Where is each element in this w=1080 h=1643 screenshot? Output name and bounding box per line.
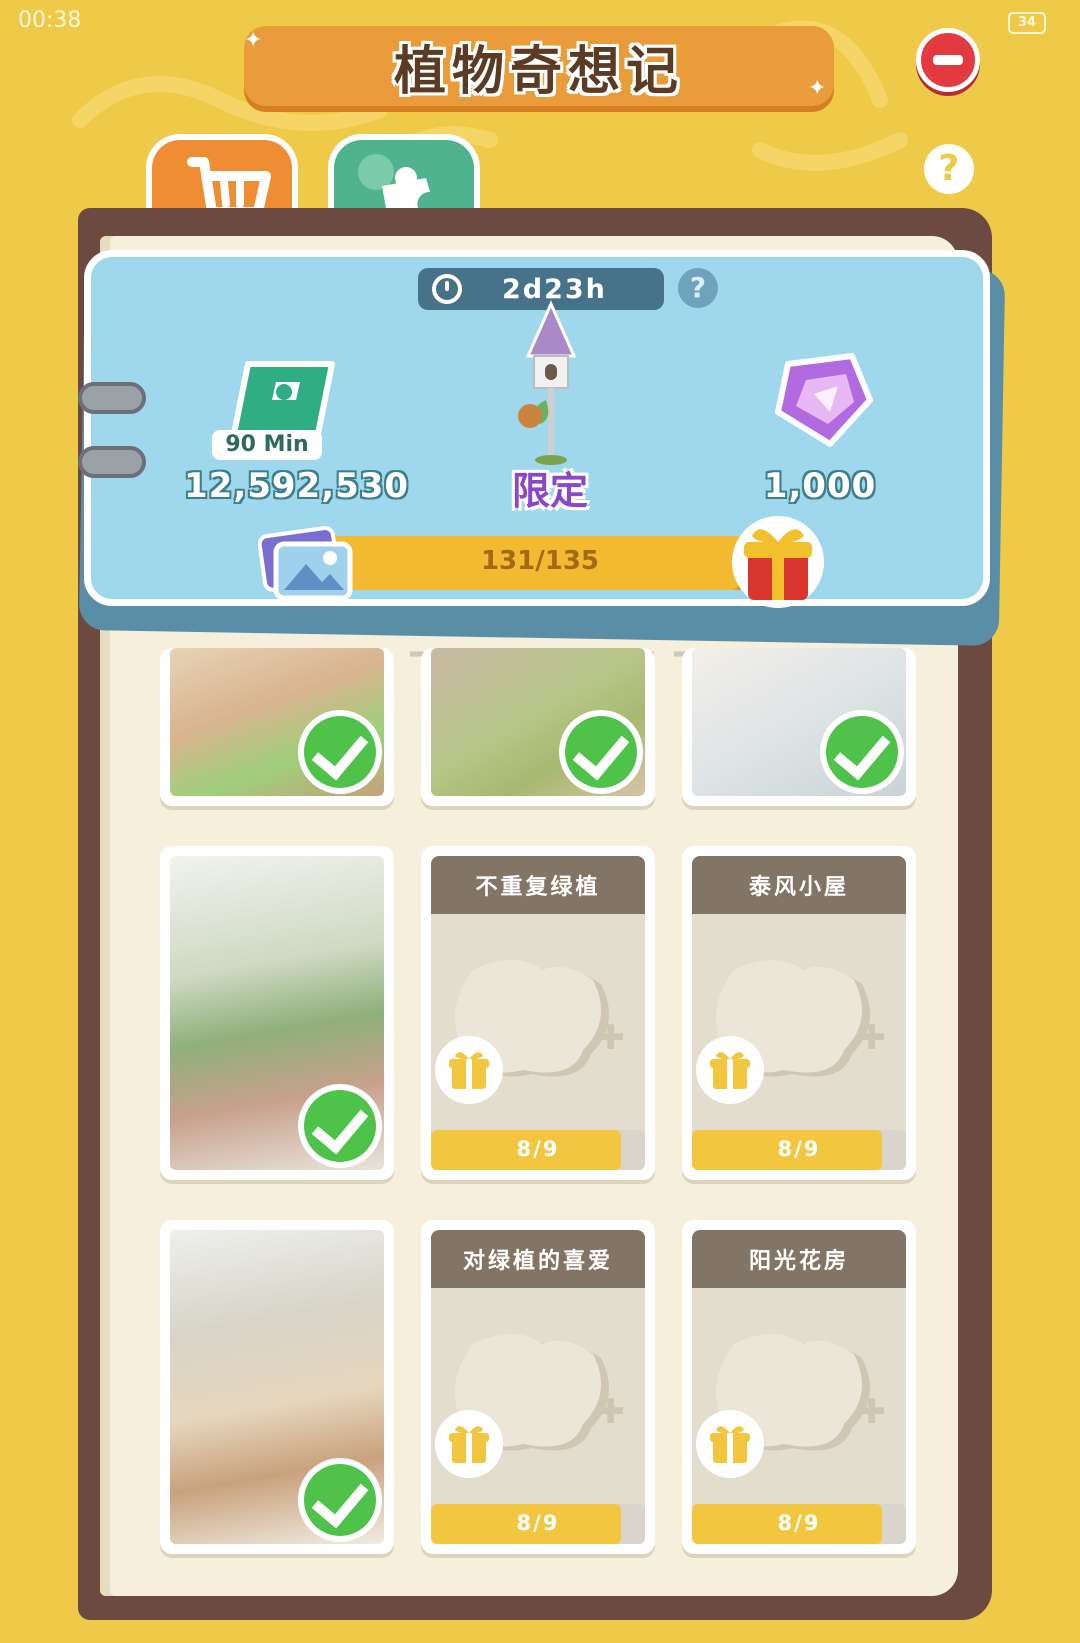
- minus-icon: [933, 55, 963, 65]
- help-button[interactable]: ?: [924, 144, 974, 194]
- scene-card[interactable]: [160, 648, 394, 806]
- event-help-button[interactable]: ?: [678, 268, 718, 308]
- card-progress-text: 8/9: [516, 1137, 560, 1161]
- battery-icon: 34: [1008, 12, 1046, 34]
- reward-ticket: 12,592,530: [184, 466, 408, 506]
- plus-icon: ✚: [857, 1392, 887, 1432]
- reward-gem: 1,000: [740, 466, 900, 506]
- scene-card[interactable]: [160, 846, 394, 1180]
- gift-reward-icon[interactable]: [696, 1410, 764, 1478]
- ticket-duration-badge: 90 Min: [212, 430, 322, 460]
- plus-icon: ✚: [857, 1018, 887, 1058]
- title-banner: 植物奇想记: [244, 26, 834, 106]
- completed-check-icon: [298, 1458, 382, 1542]
- scene-card[interactable]: [421, 648, 655, 806]
- locked-scene-card[interactable]: 泰风小屋 ✚ 8/9: [682, 846, 916, 1180]
- gift-reward-icon[interactable]: [435, 1036, 503, 1104]
- reward-gem-value: 1,000: [763, 466, 877, 506]
- clock-icon: [432, 274, 462, 304]
- binder-ring: [78, 382, 146, 414]
- card-progress-bar: 8/9: [431, 1504, 645, 1544]
- completed-check-icon: [298, 710, 382, 794]
- gem-icon[interactable]: [766, 350, 876, 450]
- completed-check-icon: [559, 710, 643, 794]
- completed-check-icon: [298, 1084, 382, 1168]
- reward-limited-label: 限定: [511, 469, 588, 513]
- completed-check-icon: [820, 710, 904, 794]
- status-time: 00:38: [18, 8, 82, 33]
- gift-box-icon[interactable]: [728, 512, 828, 612]
- card-progress-text: 8/9: [516, 1511, 560, 1535]
- sparkle-icon: ✦: [244, 28, 263, 53]
- card-progress-text: 8/9: [777, 1511, 821, 1535]
- locked-card-title: 不重复绿植: [431, 856, 645, 914]
- page-title: 植物奇想记: [393, 41, 684, 102]
- gift-reward-icon[interactable]: [435, 1410, 503, 1478]
- gift-reward-icon[interactable]: [696, 1036, 764, 1104]
- scene-card[interactable]: [160, 1220, 394, 1554]
- birdhouse-icon[interactable]: [506, 300, 596, 470]
- event-progress-bar: 131/135: [330, 536, 750, 590]
- card-progress-text: 8/9: [777, 1137, 821, 1161]
- locked-scene-card[interactable]: 对绿植的喜爱 ✚ 8/9: [421, 1220, 655, 1554]
- locked-scene-card[interactable]: 阳光花房 ✚ 8/9: [682, 1220, 916, 1554]
- reward-ticket-value: 12,592,530: [184, 466, 410, 506]
- scene-card[interactable]: [682, 648, 916, 806]
- binder-ring: [78, 446, 146, 478]
- sparkle-icon: ✦: [808, 76, 827, 101]
- close-button[interactable]: [916, 28, 980, 92]
- card-progress-bar: 8/9: [431, 1130, 645, 1170]
- locked-card-title: 泰风小屋: [692, 856, 906, 914]
- locked-scene-card[interactable]: 不重复绿植 ✚ 8/9: [421, 846, 655, 1180]
- plus-icon: ✚: [596, 1392, 626, 1432]
- reward-limited: 限定: [470, 460, 630, 515]
- card-progress-bar: 8/9: [692, 1504, 906, 1544]
- progress-text: 131/135: [480, 546, 600, 576]
- plus-icon: ✚: [596, 1018, 626, 1058]
- locked-card-title: 阳光花房: [692, 1230, 906, 1288]
- card-progress-bar: 8/9: [692, 1130, 906, 1170]
- photo-album-icon: [258, 526, 353, 601]
- locked-card-title: 对绿植的喜爱: [431, 1230, 645, 1288]
